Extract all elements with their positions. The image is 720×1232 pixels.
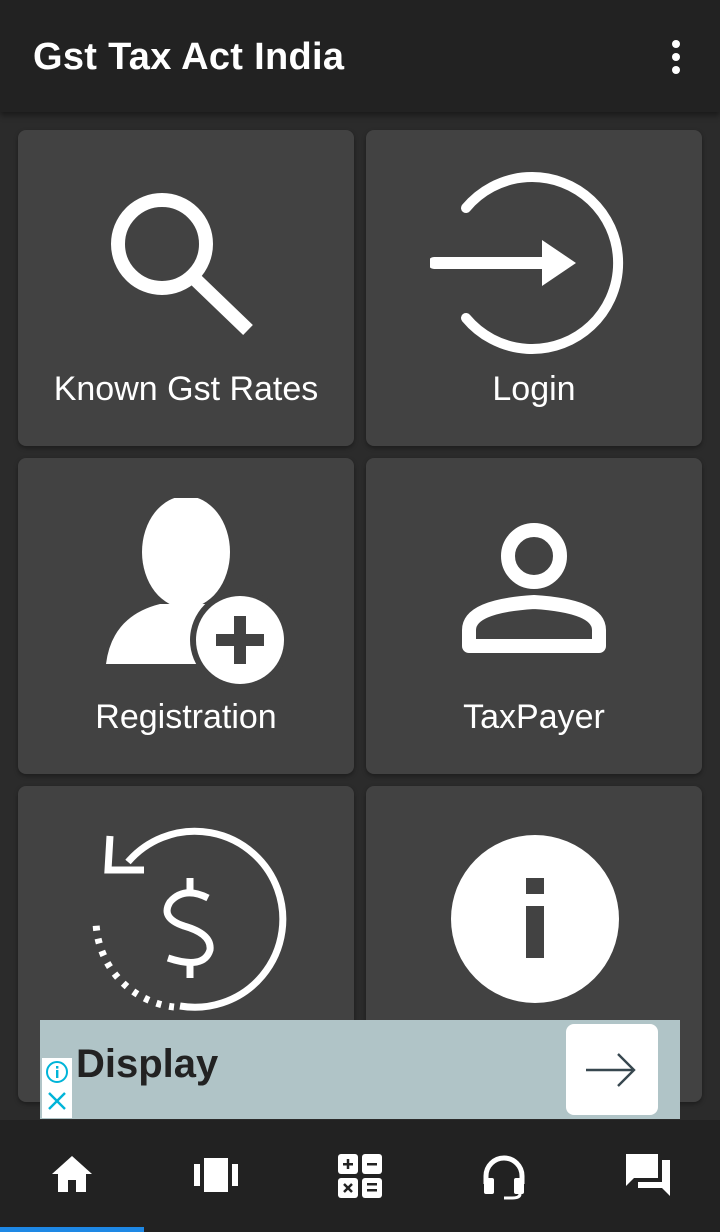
- close-icon[interactable]: [46, 1090, 68, 1112]
- nav-chat[interactable]: [576, 1120, 720, 1232]
- home-icon: [52, 1156, 92, 1192]
- tile-login[interactable]: Login: [366, 130, 702, 446]
- headset-icon: [483, 1155, 525, 1200]
- tile-registration[interactable]: Registration: [18, 458, 354, 774]
- nav-calculator[interactable]: [288, 1120, 432, 1232]
- app-bar: Gst Tax Act India: [0, 0, 720, 112]
- tile-taxpayer[interactable]: TaxPayer: [366, 458, 702, 774]
- info-icon: [451, 835, 619, 1003]
- ad-choices[interactable]: [42, 1058, 72, 1118]
- tile-label: Registration: [95, 698, 277, 736]
- calculator-icon: [338, 1154, 382, 1198]
- ad-banner[interactable]: Display: [40, 1020, 680, 1119]
- nav-support[interactable]: [432, 1120, 576, 1232]
- nav-carousel[interactable]: [144, 1120, 288, 1232]
- app-title: Gst Tax Act India: [33, 36, 345, 78]
- tile-label: Login: [492, 370, 576, 408]
- tile-label: Known Gst Rates: [53, 370, 319, 408]
- ad-headline: Display: [76, 1042, 219, 1086]
- add-user-icon: [106, 498, 290, 690]
- more-vert-icon[interactable]: [660, 36, 692, 78]
- active-indicator: [0, 1227, 144, 1232]
- nav-home[interactable]: [0, 1120, 144, 1232]
- ad-cta-button[interactable]: [566, 1024, 658, 1115]
- chat-icon: [626, 1154, 670, 1196]
- tile-label: TaxPayer: [463, 698, 605, 736]
- person-icon: [462, 523, 606, 653]
- bottom-nav: [0, 1120, 720, 1232]
- search-icon: [111, 193, 253, 336]
- login-icon: [430, 172, 624, 354]
- info-icon[interactable]: [45, 1060, 69, 1084]
- carousel-icon: [194, 1158, 238, 1192]
- arrow-right-icon: [586, 1053, 636, 1087]
- refund-dollar-icon: [92, 827, 287, 1011]
- tile-known-gst-rates[interactable]: Known Gst Rates: [18, 130, 354, 446]
